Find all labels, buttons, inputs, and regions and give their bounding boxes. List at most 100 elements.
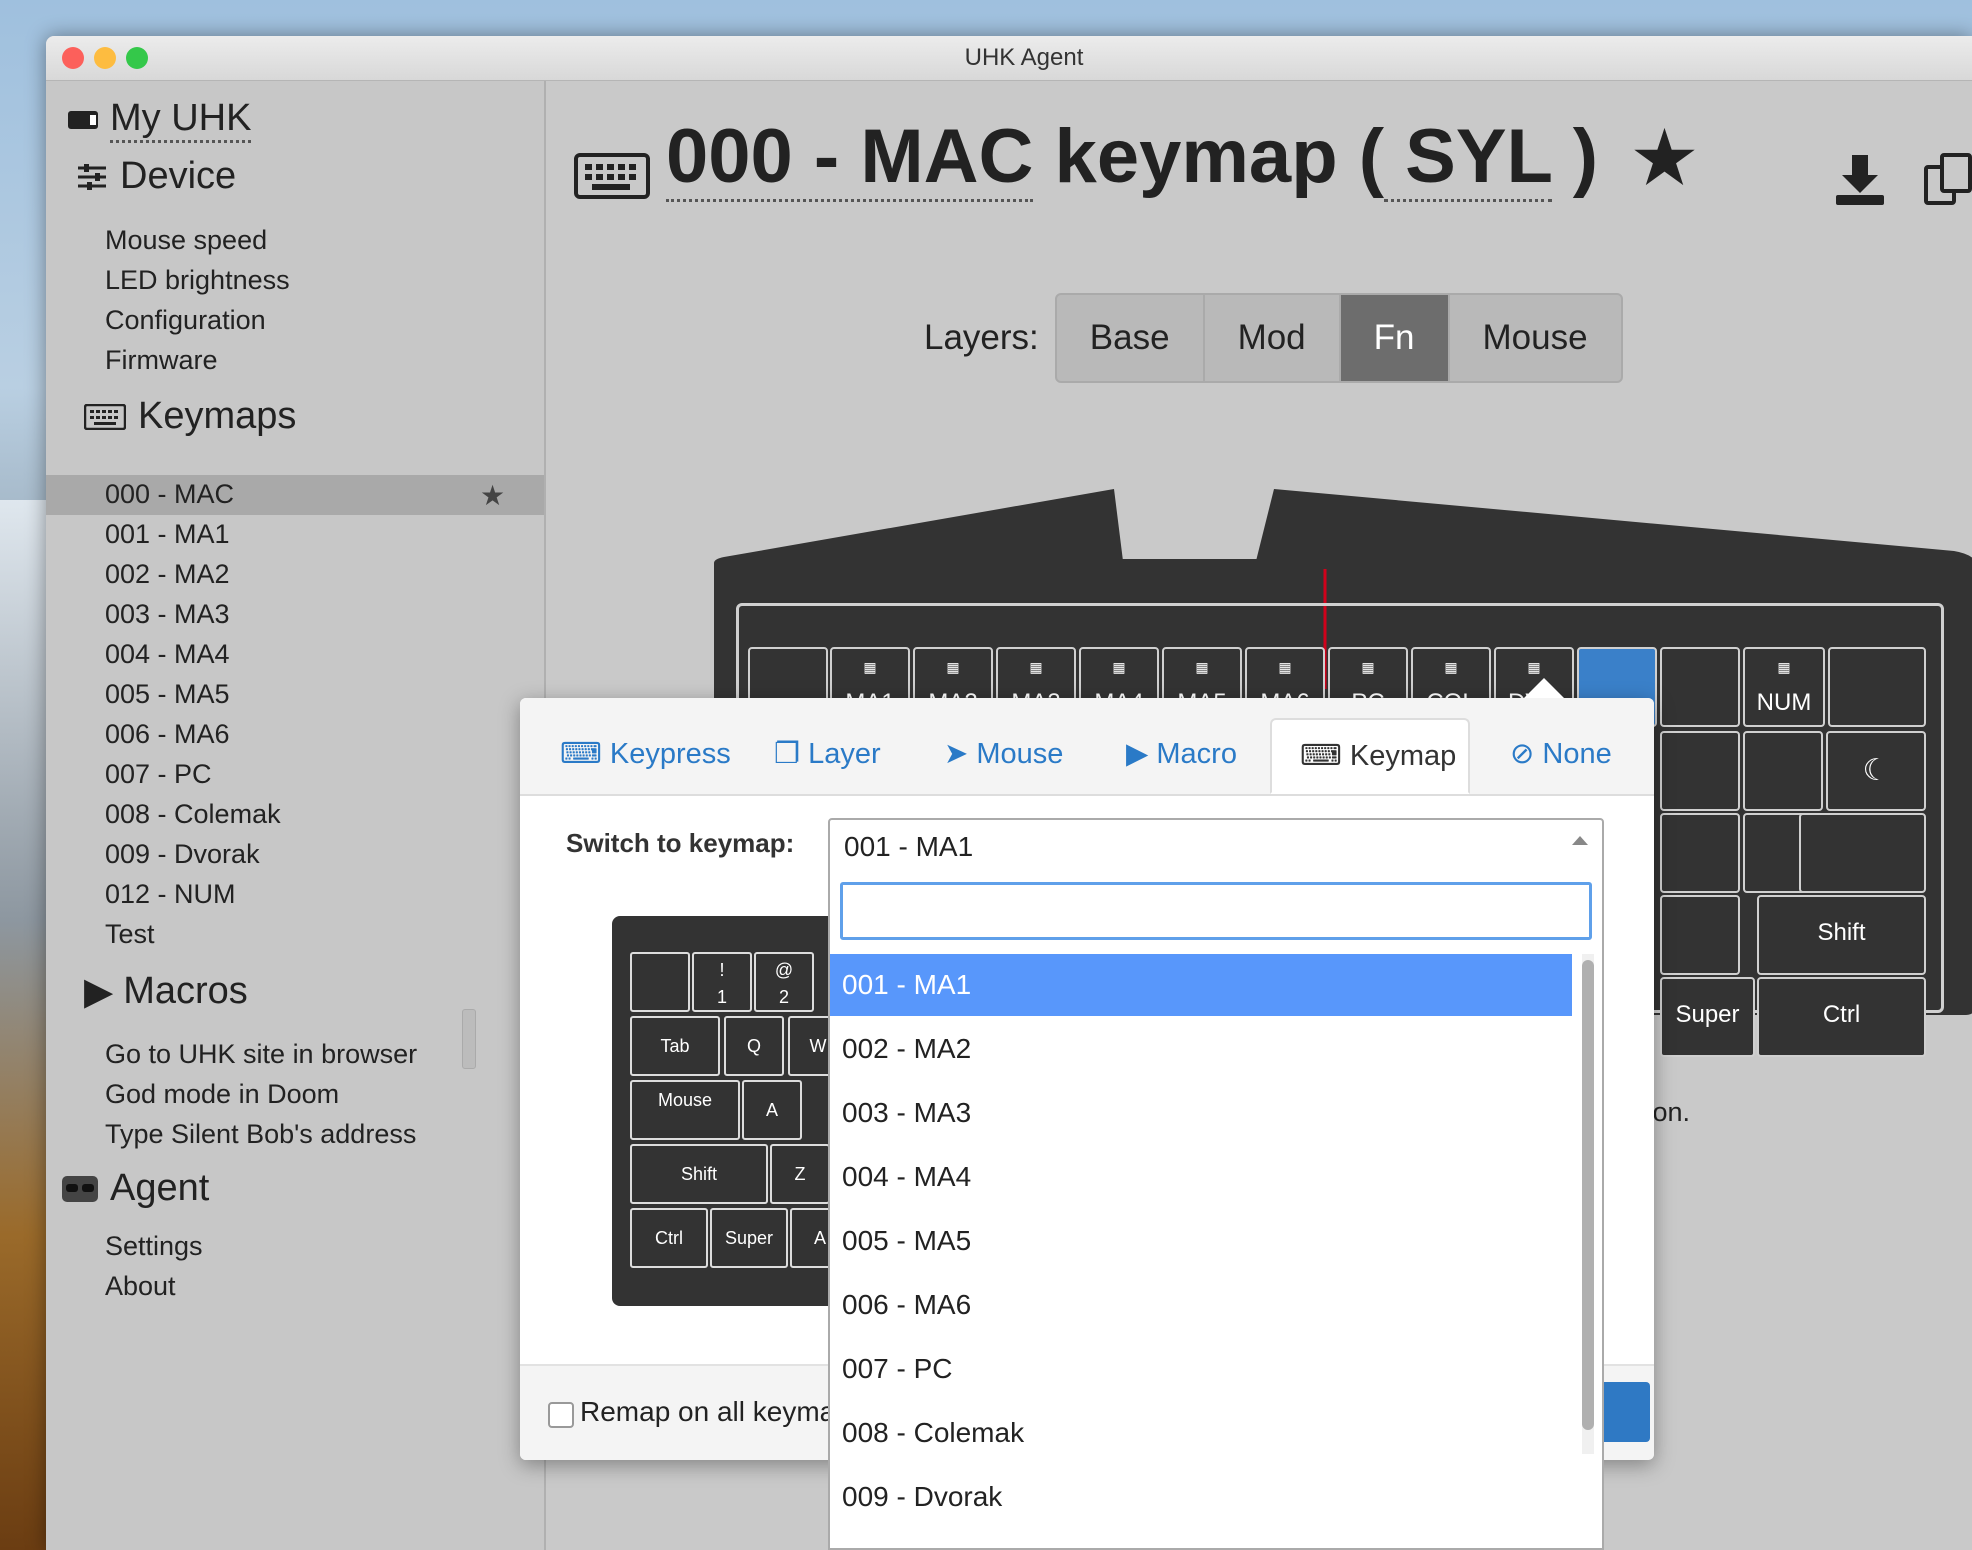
key-r3-a[interactable] — [1660, 813, 1740, 893]
dropdown-option[interactable]: 008 - Colemak — [830, 1402, 1572, 1464]
mini-key-ctrl: Ctrl — [630, 1208, 708, 1268]
sidebar-keymap-006[interactable]: 006 - MA6 — [105, 719, 230, 750]
dropdown-option[interactable]: 007 - PC — [830, 1338, 1572, 1400]
key-num-label: NUM — [1756, 689, 1812, 716]
dropdown-option[interactable]: 006 - MA6 — [830, 1274, 1572, 1336]
sidebar-keymap-012[interactable]: 012 - NUM — [105, 879, 236, 910]
keyboard-header-icon — [574, 153, 650, 199]
mini-excl: ! — [719, 960, 725, 980]
ban-icon: ⊘ — [1510, 738, 1535, 770]
cursor-icon: ➤ — [944, 738, 969, 770]
key-enter[interactable] — [1799, 813, 1926, 893]
keymap-abbr-editable[interactable]: SYL — [1384, 114, 1552, 202]
layers-segment: Base Mod Fn Mouse — [1054, 293, 1623, 383]
my-uhk-label: My UHK — [110, 97, 252, 143]
app-window: UHK Agent My UHK Device Mouse speed LED … — [46, 36, 1972, 1550]
key-r2-b[interactable] — [1743, 731, 1823, 811]
dropdown-option[interactable]: 003 - MA3 — [830, 1082, 1572, 1144]
keymap-word: keymap ( — [1033, 114, 1385, 199]
sidebar-keymap-008[interactable]: 008 - Colemak — [105, 799, 281, 830]
sidebar-item-firmware[interactable]: Firmware — [105, 345, 218, 376]
layer-fn-button[interactable]: Fn — [1340, 295, 1450, 381]
keymap-search-input[interactable] — [840, 882, 1592, 940]
sidebar-keymap-005[interactable]: 005 - MA5 — [105, 679, 230, 710]
key-blank[interactable] — [1660, 647, 1740, 727]
sidebar-item-about[interactable]: About — [105, 1271, 176, 1302]
key-r2-a[interactable] — [1660, 731, 1740, 811]
download-icon[interactable] — [1832, 151, 1888, 207]
keymap-icon: ▦ — [946, 659, 960, 675]
layer-base-button[interactable]: Base — [1057, 295, 1205, 381]
sidebar-keymap-002[interactable]: 002 - MA2 — [105, 559, 230, 590]
tab-keymap[interactable]: ⌨ Keymap — [1270, 718, 1470, 794]
keymap-icon: ▦ — [1527, 659, 1541, 675]
sidebar-item-configuration[interactable]: Configuration — [105, 305, 266, 336]
dropdown-option[interactable]: 012 - NUM — [830, 1530, 1572, 1548]
play-icon: ▶ — [84, 971, 114, 1013]
sidebar-resize-handle[interactable] — [462, 1009, 476, 1069]
dropdown-option[interactable]: 009 - Dvorak — [830, 1466, 1572, 1528]
sidebar-keymap-003[interactable]: 003 - MA3 — [105, 599, 230, 630]
remap-all-checkbox[interactable] — [548, 1402, 574, 1428]
dropdown-option[interactable]: 005 - MA5 — [830, 1210, 1572, 1272]
sidebar-macro-uhk-site[interactable]: Go to UHK site in browser — [105, 1039, 417, 1070]
sidebar-keymap-007[interactable]: 007 - PC — [105, 759, 212, 790]
macros-title: Macros — [123, 970, 248, 1012]
agent-title: Agent — [110, 1167, 210, 1209]
dropdown-scrollbar-thumb[interactable] — [1582, 960, 1594, 1430]
sidebar-macro-silent-bob[interactable]: Type Silent Bob's address — [105, 1119, 416, 1150]
layer-mouse-button[interactable]: Mouse — [1450, 295, 1621, 381]
key-right-shift[interactable]: Shift — [1757, 895, 1926, 975]
mini-keyboard-preview: ! 1 @2 Tab Q W Mouse A Shift Z Ctrl Super… — [612, 916, 852, 1306]
sidebar-keymap-test[interactable]: Test — [105, 919, 155, 950]
desktop-mountain — [0, 500, 46, 1550]
mini-key-1: ! 1 — [692, 952, 752, 1012]
sidebar-keymaps-header: Keymaps — [84, 395, 296, 438]
tab-none[interactable]: ⊘ None — [1510, 718, 1612, 794]
keymap-icon: ▦ — [863, 659, 877, 675]
key-right-ctrl[interactable]: Ctrl — [1757, 977, 1926, 1057]
tab-macro[interactable]: ▶ Macro — [1126, 718, 1237, 794]
sidebar-keymap-009[interactable]: 009 - Dvorak — [105, 839, 260, 870]
keyboard-icon: ⌨ — [560, 738, 602, 770]
chevron-up-icon — [1572, 836, 1588, 845]
duplicate-icon[interactable] — [1922, 151, 1972, 207]
keymap-select[interactable]: 001 - MA1 — [828, 818, 1604, 872]
key-sleep[interactable]: ☾ — [1826, 731, 1926, 811]
keymap-abbr: 000 — [666, 114, 793, 199]
keyboard-device-icon — [68, 111, 98, 129]
mini-two: 2 — [778, 987, 789, 1007]
dropdown-option[interactable]: 001 - MA1 — [830, 954, 1572, 1016]
device-title: Device — [120, 155, 237, 197]
sidebar-keymap-001[interactable]: 001 - MA1 — [105, 519, 230, 550]
tab-keypress[interactable]: ⌨ Keypress — [560, 718, 731, 794]
sidebar-macro-god-mode[interactable]: God mode in Doom — [105, 1079, 339, 1110]
popover-tabs: ⌨ Keypress ❐ Layer ➤ Mouse ▶ Macro ⌨ Key… — [520, 698, 1654, 796]
keymap-name-editable[interactable]: 000 - MAC — [666, 114, 1034, 202]
keymap-icon: ▦ — [1029, 659, 1043, 675]
sidebar-keymap-004[interactable]: 004 - MA4 — [105, 639, 230, 670]
dropdown-option[interactable]: 002 - MA2 — [830, 1018, 1572, 1080]
tab-none-label: None — [1542, 738, 1612, 770]
tab-layer[interactable]: ❐ Layer — [774, 718, 881, 794]
sidebar-item-mouse-speed[interactable]: Mouse speed — [105, 225, 267, 256]
sidebar-my-uhk[interactable]: My UHK — [66, 97, 252, 143]
sidebar-item-settings[interactable]: Settings — [105, 1231, 203, 1262]
layer-mod-button[interactable]: Mod — [1205, 295, 1341, 381]
key-backspace[interactable] — [1828, 647, 1926, 727]
key-num[interactable]: ▦ NUM — [1743, 647, 1825, 727]
default-star-icon[interactable]: ★ — [480, 479, 505, 512]
key-r4-a[interactable] — [1660, 895, 1740, 975]
mini-key-shift: Shift — [630, 1144, 768, 1204]
keymap-icon: ▦ — [1444, 659, 1458, 675]
dropdown-option[interactable]: 004 - MA4 — [830, 1146, 1572, 1208]
tab-keymap-label: Keymap — [1349, 740, 1457, 772]
key-right-super[interactable]: Super — [1660, 977, 1755, 1057]
keyboard-icon — [84, 403, 126, 430]
layers-switcher: Layers: Base Mod Fn Mouse — [924, 293, 1623, 383]
key-ctrl-label: Ctrl — [1822, 1001, 1861, 1028]
sidebar-keymap-000[interactable]: 000 - MAC — [105, 479, 234, 510]
default-keymap-star-icon[interactable]: ★ — [1633, 119, 1696, 197]
sidebar-item-led-brightness[interactable]: LED brightness — [105, 265, 290, 296]
tab-mouse[interactable]: ➤ Mouse — [944, 718, 1063, 794]
